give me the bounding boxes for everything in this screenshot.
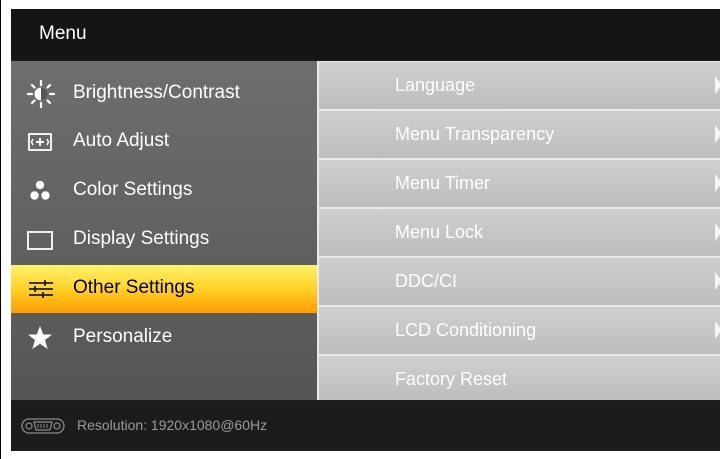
chevron-right-icon — [715, 174, 720, 192]
sidebar-item-auto-adjust[interactable]: Auto Adjust — [11, 118, 317, 166]
sidebar-item-label: Brightness/Contrast — [73, 82, 240, 103]
submenu-item-label: DDC/CI — [395, 271, 457, 291]
menu-title: Menu — [39, 23, 87, 44]
submenu-item-label: Menu Timer — [395, 173, 491, 193]
sidebar-item-label: Display Settings — [73, 228, 210, 249]
sidebar-item-personalize[interactable]: Personalize — [11, 314, 317, 362]
chevron-right-icon — [715, 223, 720, 241]
auto-adjust-icon — [28, 133, 52, 151]
sidebar-item-label: Other Settings — [73, 277, 195, 298]
osd-menu: Menu Brightness/Contrast Auto Adjust Col… — [11, 9, 720, 451]
star-icon — [28, 326, 52, 349]
submenu-item-lcd-conditioning[interactable]: LCD Conditioning — [319, 307, 720, 354]
color-settings-icon — [30, 180, 50, 200]
sliders-icon — [29, 280, 53, 298]
sidebar-item-label: Personalize — [73, 326, 173, 347]
sidebar: Brightness/Contrast Auto Adjust Color Se… — [11, 61, 317, 400]
sidebar-item-label: Auto Adjust — [73, 130, 170, 151]
sidebar-item-label: Color Settings — [73, 179, 193, 200]
chevron-right-icon — [715, 125, 720, 143]
chevron-right-icon — [715, 76, 720, 94]
submenu-item-language[interactable]: Language — [319, 62, 720, 109]
submenu-item-menu-transparency[interactable]: Menu Transparency — [319, 111, 720, 158]
brightness-icon — [26, 80, 56, 108]
sidebar-item-brightness-contrast[interactable]: Brightness/Contrast — [11, 70, 317, 118]
menu-header: Menu — [11, 9, 720, 59]
submenu-item-menu-timer[interactable]: Menu Timer — [319, 160, 720, 207]
resolution-text: Resolution: 1920x1080@60Hz — [77, 417, 268, 433]
submenu-item-label: Menu Lock — [395, 222, 484, 242]
submenu-item-menu-lock[interactable]: Menu Lock — [319, 209, 720, 256]
submenu-item-label: LCD Conditioning — [395, 320, 537, 340]
submenu-panel: Language Menu Transparency Menu Timer Me… — [317, 61, 720, 400]
sidebar-item-other-settings[interactable]: Other Settings — [11, 265, 317, 313]
submenu-item-ddc-ci[interactable]: DDC/CI — [319, 258, 720, 305]
submenu-item-label: Language — [395, 75, 476, 95]
vga-connector-icon — [21, 418, 65, 434]
sidebar-item-display-settings[interactable]: Display Settings — [11, 216, 317, 264]
display-settings-icon — [27, 231, 53, 250]
sidebar-item-color-settings[interactable]: Color Settings — [11, 167, 317, 215]
submenu-item-label: Factory Reset — [395, 369, 508, 389]
submenu-item-label: Menu Transparency — [395, 124, 555, 144]
submenu-item-factory-reset[interactable]: Factory Reset — [319, 356, 720, 400]
status-footer: Resolution: 1920x1080@60Hz — [11, 401, 720, 451]
chevron-right-icon — [715, 321, 720, 339]
left-edge-line — [0, 0, 1, 459]
chevron-right-icon — [715, 272, 720, 290]
